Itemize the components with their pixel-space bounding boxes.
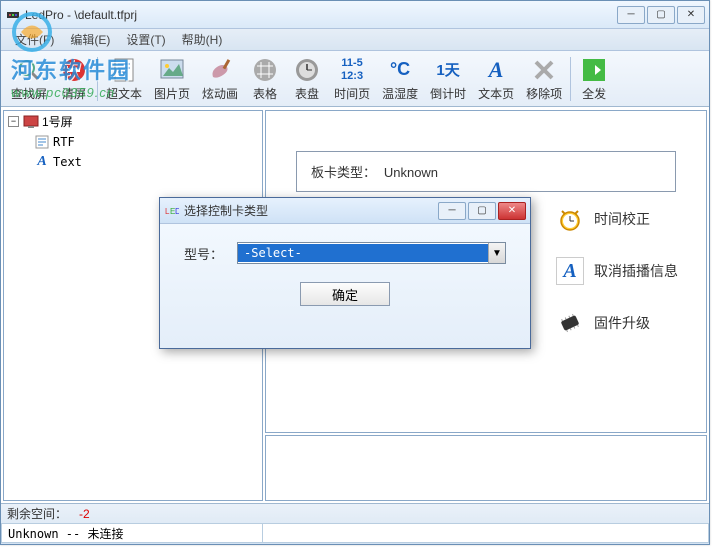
menu-setup[interactable]: 设置(T) (118, 31, 173, 48)
text-a-icon: A (34, 154, 50, 170)
stop-icon (60, 56, 88, 84)
find-screen-button[interactable]: 查找屏 (5, 54, 53, 104)
clear-screen-button[interactable]: 清屏 (53, 54, 95, 104)
send-all-button[interactable]: 全发 (573, 54, 615, 104)
alarm-clock-icon (556, 205, 584, 233)
dialog-maximize-button[interactable]: ▢ (468, 202, 496, 220)
screen-icon (23, 114, 39, 130)
ok-button[interactable]: 确定 (300, 282, 390, 306)
tree-root-screen[interactable]: − 1号屏 (4, 111, 262, 132)
dialog-title-bar: LED 选择控制卡类型 ─ ▢ ✕ (160, 198, 530, 224)
dialog-minimize-button[interactable]: ─ (438, 202, 466, 220)
menu-bar: 文件(F) 编辑(E) 设置(T) 帮助(H) (1, 29, 709, 51)
status-bar: 剩余空间： -2 Unknown -- 未连接 (1, 503, 709, 543)
countdown-icon: 1天 (434, 56, 462, 84)
minimize-button[interactable]: ─ (617, 6, 645, 24)
card-type-label: 板卡类型： (311, 165, 376, 180)
text-page-button[interactable]: A 文本页 (472, 54, 520, 104)
table-button[interactable]: 表格 (244, 54, 286, 104)
collapse-icon[interactable]: − (8, 116, 19, 127)
picture-icon (158, 56, 186, 84)
countdown-button[interactable]: 1天 倒计时 (424, 54, 472, 104)
maximize-button[interactable]: ▢ (647, 6, 675, 24)
model-label: 型号： (184, 244, 223, 263)
letter-a-blue-icon: A (556, 257, 584, 285)
dialog-icon: LED (164, 203, 180, 219)
time-digits-icon: 11-5 12:3 (338, 56, 366, 84)
arrow-right-icon (580, 56, 608, 84)
celsius-icon: °C (386, 56, 414, 84)
clock-dial-icon (293, 56, 321, 84)
dialog-close-button[interactable]: ✕ (498, 202, 526, 220)
status-remaining: 剩余空间： -2 (1, 504, 709, 524)
close-button[interactable]: ✕ (677, 6, 705, 24)
side-actions: 时间校正 A 取消插播信息 固件升级 (556, 205, 678, 337)
magnifier-icon (15, 56, 43, 84)
cancel-broadcast-action[interactable]: A 取消插播信息 (556, 257, 678, 285)
window-controls: ─ ▢ ✕ (617, 6, 705, 24)
toolbar: 查找屏 清屏 超文本 图片页 炫动画 表格 表盘 11-5 (1, 51, 709, 107)
select-card-dialog: LED 选择控制卡类型 ─ ▢ ✕ 型号： -Select- ▼ 确定 (159, 197, 531, 349)
window-title: LedPro - \default.tfprj (25, 8, 617, 22)
temp-humid-button[interactable]: °C 温湿度 (376, 54, 424, 104)
chevron-down-icon[interactable]: ▼ (488, 243, 505, 263)
remaining-value: -2 (79, 507, 90, 521)
image-page-button[interactable]: 图片页 (148, 54, 196, 104)
grid-icon (251, 56, 279, 84)
card-type-box: 板卡类型： Unknown (296, 151, 676, 192)
status-connection: Unknown -- 未连接 (1, 524, 263, 543)
time-page-button[interactable]: 11-5 12:3 时间页 (328, 54, 376, 104)
status-empty (263, 524, 709, 543)
time-correct-action[interactable]: 时间校正 (556, 205, 678, 233)
super-text-button[interactable]: 超文本 (100, 54, 148, 104)
tree-item-rtf[interactable]: RTF (30, 132, 262, 152)
tree-item-text[interactable]: A Text (30, 152, 262, 172)
dial-button[interactable]: 表盘 (286, 54, 328, 104)
select-value: -Select- (238, 244, 488, 262)
dialog-body: 型号： -Select- ▼ 确定 (160, 224, 530, 324)
bottom-panel (265, 435, 707, 501)
dialog-title: 选择控制卡类型 (184, 202, 438, 219)
main-window: LedPro - \default.tfprj ─ ▢ ✕ 河东软件园 www.… (0, 0, 710, 545)
letter-a-icon: A (482, 56, 510, 84)
menu-file[interactable]: 文件(F) (7, 31, 62, 48)
menu-help[interactable]: 帮助(H) (174, 31, 231, 48)
rtf-icon (34, 134, 50, 150)
svg-text:D: D (175, 207, 179, 216)
card-type-value: Unknown (384, 165, 438, 180)
delete-x-icon (530, 56, 558, 84)
document-icon (110, 56, 138, 84)
app-icon (5, 7, 21, 23)
chip-icon (556, 309, 584, 337)
animation-button[interactable]: 炫动画 (196, 54, 244, 104)
firmware-upgrade-action[interactable]: 固件升级 (556, 309, 678, 337)
paint-icon (206, 56, 234, 84)
separator (570, 57, 571, 101)
remove-button[interactable]: 移除项 (520, 54, 568, 104)
title-bar: LedPro - \default.tfprj ─ ▢ ✕ (1, 1, 709, 29)
separator (97, 57, 98, 101)
model-select[interactable]: -Select- ▼ (237, 242, 506, 264)
menu-edit[interactable]: 编辑(E) (62, 31, 118, 48)
